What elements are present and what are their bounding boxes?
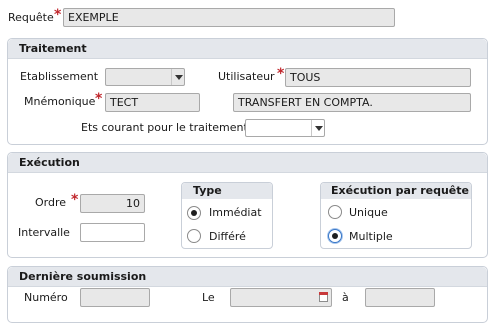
traitement-title: Traitement (19, 42, 87, 55)
mnemonique-label: Mnémonique (24, 95, 96, 108)
le-date-field[interactable] (230, 288, 332, 307)
type-differe-label[interactable]: Différé (209, 230, 246, 244)
unique-radio[interactable] (328, 205, 342, 219)
intervalle-label: Intervalle (18, 226, 70, 239)
type-differe-radio[interactable] (187, 229, 201, 243)
ordre-label: Ordre (35, 196, 67, 209)
type-immediat-radio[interactable] (187, 206, 201, 220)
ets-courant-label: Ets courant pour le traitement (81, 121, 248, 134)
numero-field (80, 288, 150, 307)
derniere-soumission-title: Dernière soumission (19, 270, 147, 283)
utilisateur-label: Utilisateur (218, 70, 275, 83)
requete-field[interactable]: EXEMPLE (63, 8, 395, 27)
a-label: à (342, 291, 349, 304)
type-group-header: Type (182, 183, 272, 199)
derniere-soumission-header: Dernière soumission (8, 267, 487, 287)
numero-label: Numéro (24, 291, 68, 304)
ordre-required-mark: * (71, 192, 79, 208)
requete-required-mark: * (54, 7, 62, 23)
utilisateur-field[interactable]: TOUS (285, 68, 471, 87)
chevron-down-icon[interactable] (311, 120, 324, 136)
intervalle-field[interactable] (80, 223, 145, 242)
execution-par-requete-group: Exécution par requête (320, 182, 472, 249)
mnemonique-field[interactable]: TECT (105, 93, 200, 112)
utilisateur-required-mark: * (277, 66, 285, 82)
traitement-panel-header: Traitement (8, 39, 487, 59)
mnemonique-description-field: TRANSFERT EN COMPTA. (233, 93, 471, 112)
execution-panel-header: Exécution (8, 153, 487, 173)
a-time-field (365, 288, 435, 307)
unique-label[interactable]: Unique (349, 206, 388, 220)
multiple-label[interactable]: Multiple (349, 230, 393, 244)
mnemonique-required-mark: * (95, 91, 103, 107)
execution-par-requete-title: Exécution par requête (331, 184, 469, 197)
etablissement-label: Etablissement (20, 70, 99, 83)
etablissement-select[interactable] (105, 68, 185, 86)
ordre-field[interactable]: 10 (80, 194, 145, 213)
execution-title: Exécution (19, 156, 80, 169)
type-title: Type (193, 184, 222, 197)
requete-label: Requête (8, 11, 54, 24)
ets-courant-select[interactable] (245, 119, 325, 137)
type-immediat-label[interactable]: Immédiat (209, 206, 262, 220)
chevron-down-icon[interactable] (171, 69, 184, 85)
calendar-icon[interactable] (319, 292, 328, 302)
execution-par-requete-header: Exécution par requête (321, 183, 471, 199)
multiple-radio[interactable] (328, 229, 342, 243)
le-label: Le (202, 291, 215, 304)
